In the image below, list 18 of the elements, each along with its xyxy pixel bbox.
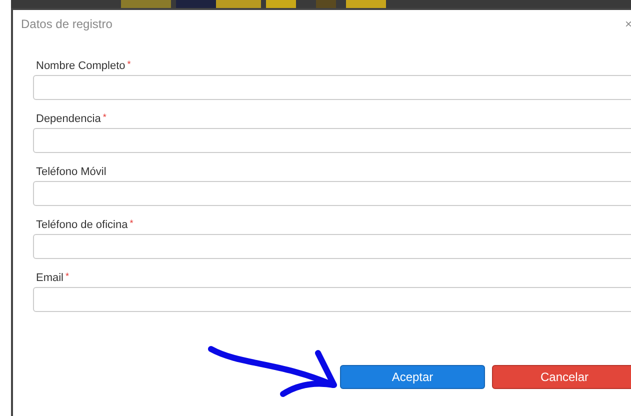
dialog-title: Datos de registro	[21, 16, 112, 33]
required-asterisk: *	[130, 217, 134, 229]
text-field[interactable]	[33, 234, 631, 259]
field-label: Teléfono Móvil	[36, 165, 106, 180]
accept-button[interactable]: Aceptar	[340, 365, 485, 389]
field-label: Email	[36, 271, 64, 286]
text-field[interactable]	[33, 287, 631, 312]
text-field[interactable]	[33, 75, 631, 100]
text-field[interactable]	[33, 181, 631, 206]
text-field[interactable]	[33, 128, 631, 153]
field-label: Nombre Completo	[36, 59, 126, 74]
field-label: Teléfono de oficina	[36, 218, 128, 233]
field-label: Dependencia	[36, 112, 101, 127]
required-asterisk: *	[66, 270, 70, 282]
cancel-button[interactable]: Cancelar	[492, 365, 631, 389]
required-asterisk: *	[102, 111, 106, 123]
required-asterisk: *	[127, 58, 131, 70]
close-button[interactable]: ×	[624, 18, 631, 30]
